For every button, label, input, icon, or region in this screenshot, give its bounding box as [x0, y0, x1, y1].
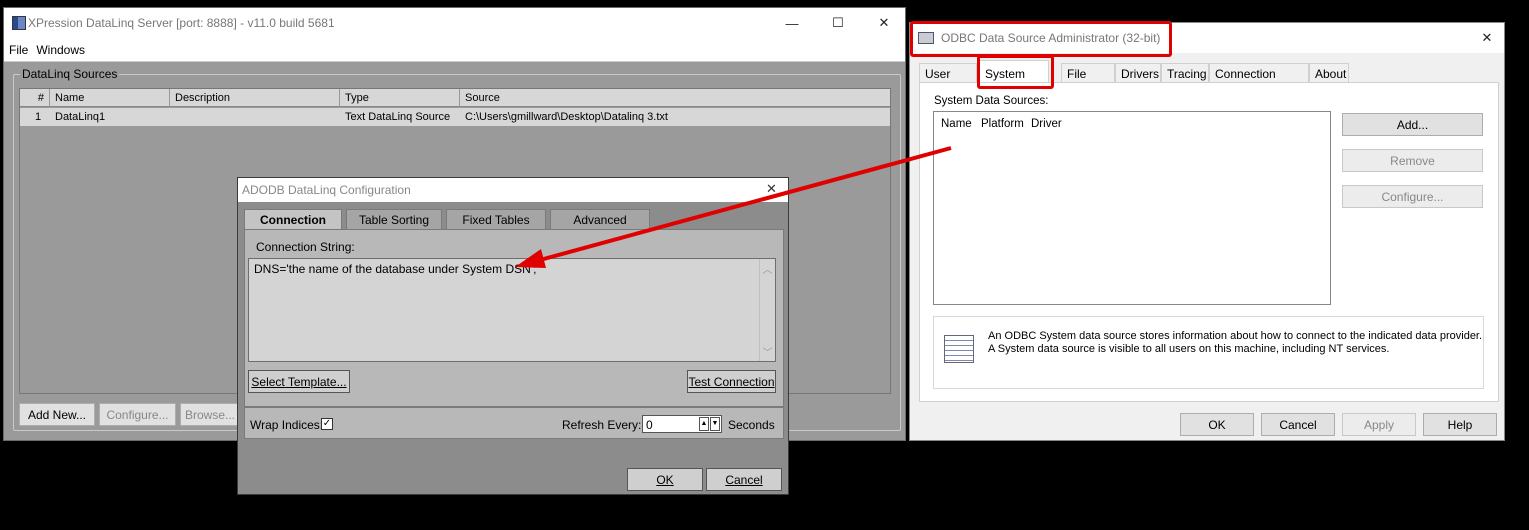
arrow-line: [539, 146, 952, 262]
annotation-arrow: [515, 146, 952, 268]
arrow-head-icon: [515, 249, 546, 268]
